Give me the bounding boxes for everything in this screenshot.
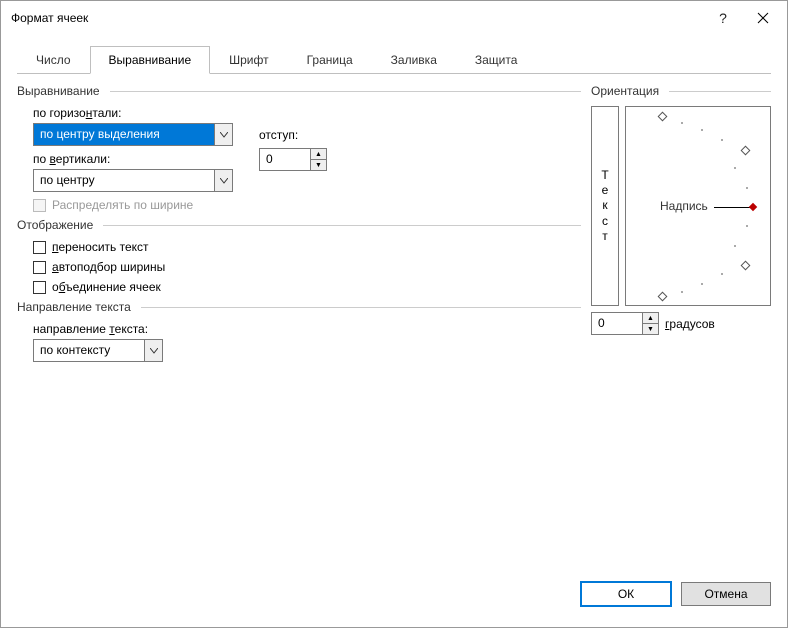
content: Выравнивание по горизонтали: по центру в… [1,74,787,575]
checkbox-icon [33,261,46,274]
degrees-row: 0 ▲ ▼ градусов [591,312,771,335]
alignment-group-label: Выравнивание [17,84,581,98]
dialog-title: Формат ячеек [11,11,703,25]
chevron-down-icon [214,124,232,145]
vertical-row: по центру [17,169,581,192]
tab-alignment[interactable]: Выравнивание [90,46,211,74]
justify-checkbox: Распределять по ширине [17,198,581,212]
needle-label: Надпись [660,199,708,213]
merge-cells-checkbox[interactable]: объединение ячеек [17,280,581,294]
orientation-dial[interactable]: Надпись [625,106,771,306]
chevron-down-icon [144,340,162,361]
degrees-spinner[interactable]: 0 ▲ ▼ [591,312,659,335]
tab-fill[interactable]: Заливка [372,46,456,74]
indent-up[interactable]: ▲ [311,149,326,160]
close-icon [757,12,769,24]
angle-marker [658,112,668,122]
wrap-text-checkbox[interactable]: переносить текст [17,240,581,254]
vertical-combo[interactable]: по центру [33,169,233,192]
horizontal-combo[interactable]: по центру выделения [33,123,233,146]
tab-font[interactable]: Шрифт [210,46,287,74]
checkbox-icon [33,199,46,212]
angle-marker [658,292,668,302]
cancel-button[interactable]: Отмена [681,582,771,606]
display-group: Отображение переносить текст автоподбор … [17,218,581,294]
format-cells-dialog: Формат ячеек ? Число Выравнивание Шрифт … [0,0,788,628]
degrees-down[interactable]: ▼ [643,324,658,334]
direction-group-label: Направление текста [17,300,581,314]
ok-button[interactable]: ОК [581,582,671,606]
angle-marker [741,146,751,156]
tab-number[interactable]: Число [17,46,90,74]
checkbox-icon [33,281,46,294]
tab-protection[interactable]: Защита [456,46,537,74]
tabstrip: Число Выравнивание Шрифт Граница Заливка… [17,45,771,74]
checkbox-icon [33,241,46,254]
left-column: Выравнивание по горизонтали: по центру в… [17,84,591,575]
close-button[interactable] [743,4,783,32]
horizontal-row: по центру выделения отступ: [17,123,581,146]
indent-spinner[interactable]: 0 ▲ ▼ [259,148,327,171]
indent-label: отступ: [259,128,298,142]
orientation-group: Ориентация Т е к с т [591,84,771,575]
needle-tip [749,203,757,211]
chevron-down-icon [214,170,232,191]
degrees-up[interactable]: ▲ [643,313,658,324]
direction-combo[interactable]: по контексту [33,339,163,362]
tab-border[interactable]: Граница [288,46,372,74]
direction-label: направление текста: [17,322,581,336]
autofit-checkbox[interactable]: автоподбор ширины [17,260,581,274]
direction-group: Направление текста направление текста: п… [17,300,581,362]
alignment-group: Выравнивание по горизонтали: по центру в… [17,84,581,212]
angle-marker [741,261,751,271]
direction-row: по контексту [17,339,581,362]
horizontal-label: по горизонтали: [17,106,581,120]
indent-down[interactable]: ▼ [311,160,326,170]
help-button[interactable]: ? [703,4,743,32]
vertical-text-button[interactable]: Т е к с т [591,106,619,306]
dialog-footer: ОК Отмена [1,575,787,627]
display-group-label: Отображение [17,218,581,232]
degrees-label: градусов [665,317,715,331]
titlebar: Формат ячеек ? [1,1,787,35]
orientation-group-label: Ориентация [591,84,771,98]
orientation-controls: Т е к с т [591,106,771,306]
needle-line [714,207,750,208]
